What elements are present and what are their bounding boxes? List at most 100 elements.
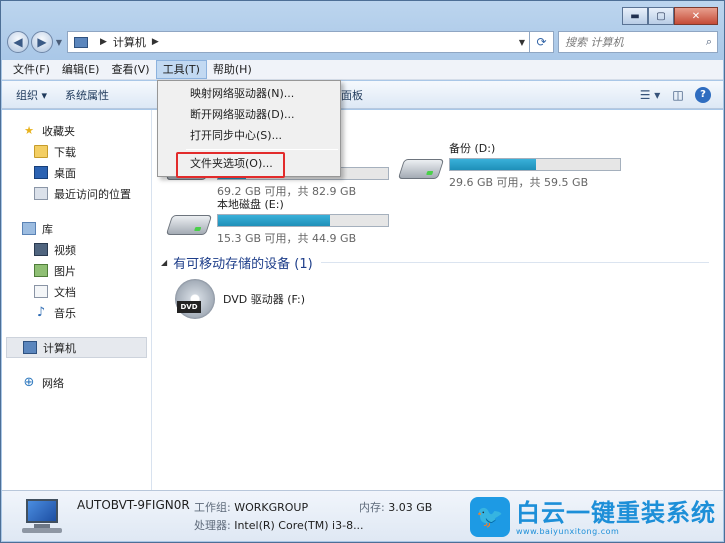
nav-label: 视频 bbox=[54, 243, 76, 257]
usage-bar-fill bbox=[218, 215, 331, 226]
computer-icon bbox=[74, 36, 88, 48]
star-icon: ★ bbox=[24, 124, 34, 137]
menu-help[interactable]: 帮助(H) bbox=[207, 60, 258, 79]
library-icon bbox=[22, 222, 36, 235]
memory-info: 内存: 3.03 GB bbox=[359, 499, 432, 515]
nav-label: 下载 bbox=[54, 145, 76, 159]
watermark-title: 白云一键重装系统 bbox=[516, 498, 716, 527]
workgroup-value: WORKGROUP bbox=[234, 501, 309, 514]
nav-music[interactable]: ♪ 音乐 bbox=[2, 302, 151, 323]
memory-value: 3.03 GB bbox=[388, 501, 433, 514]
preview-pane-icon[interactable]: ◫ bbox=[667, 86, 689, 104]
menu-edit[interactable]: 编辑(E) bbox=[56, 60, 106, 79]
section-divider bbox=[321, 262, 709, 263]
usage-bar-fill bbox=[450, 159, 536, 170]
collapse-icon[interactable]: ◢ bbox=[161, 258, 167, 267]
nav-favorites[interactable]: ★ 收藏夹 bbox=[2, 120, 151, 141]
recent-pages-dropdown[interactable]: ▼ bbox=[53, 38, 65, 47]
drive-free-space: 29.6 GB 可用，共 59.5 GB bbox=[449, 176, 589, 189]
hard-disk-icon bbox=[165, 205, 213, 241]
recent-places-icon bbox=[34, 187, 48, 200]
cpu-label: 处理器: bbox=[194, 519, 231, 532]
toolbar-right: ☰ ▾ ◫ ? bbox=[633, 86, 723, 104]
hard-disk-icon bbox=[397, 149, 445, 185]
computer-name: AUTOBVT-9FIGN0R bbox=[77, 498, 190, 512]
computer-icon bbox=[20, 497, 62, 535]
nav-desktop[interactable]: 桌面 bbox=[2, 162, 151, 183]
menu-separator bbox=[186, 149, 338, 150]
nav-libraries[interactable]: 库 bbox=[2, 218, 151, 239]
dvd-drive-name: DVD 驱动器 (F:) bbox=[223, 293, 306, 306]
help-icon[interactable]: ? bbox=[695, 86, 711, 103]
dvd-drive[interactable]: DVD DVD 驱动器 (F:) bbox=[175, 279, 305, 319]
desktop-icon bbox=[34, 166, 48, 179]
computer-group: 计算机 bbox=[2, 337, 151, 358]
breadcrumb-computer[interactable]: 计算机 bbox=[113, 34, 146, 50]
search-input[interactable]: 搜索 计算机 ⌕ bbox=[558, 31, 718, 53]
memory-label: 内存: bbox=[359, 501, 385, 514]
back-button[interactable]: ◀ bbox=[7, 31, 29, 53]
cpu-info: 处理器: Intel(R) Core(TM) i3-8... bbox=[194, 517, 364, 533]
nav-downloads[interactable]: 下载 bbox=[2, 141, 151, 162]
watermark-url: www.baiyunxitong.com bbox=[516, 526, 620, 536]
content-area: ★ 收藏夹 下载 桌面 最近访问的位置 库 视频 图片 文档 ♪ 音乐 计算机 ⊕ 网… bbox=[2, 110, 723, 490]
view-options-icon[interactable]: ☰ ▾ bbox=[639, 86, 661, 104]
menu-disconnect-network-drive[interactable]: 断开网络驱动器(D)... bbox=[158, 104, 340, 125]
nav-label: 库 bbox=[42, 222, 53, 236]
nav-documents[interactable]: 文档 bbox=[2, 281, 151, 302]
section-title: 有可移动存储的设备 (1) bbox=[173, 257, 313, 272]
workgroup-label: 工作组: bbox=[194, 501, 231, 514]
breadcrumb-separator-icon[interactable]: ▶ bbox=[152, 37, 159, 47]
removable-section-header[interactable]: ◢ 有可移动存储的设备 (1) bbox=[161, 253, 313, 272]
menu-map-network-drive[interactable]: 映射网络驱动器(N)... bbox=[158, 83, 340, 104]
nav-videos[interactable]: 视频 bbox=[2, 239, 151, 260]
menu-bar: 文件(F) 编辑(E) 查看(V) 工具(T) 帮助(H) bbox=[2, 60, 723, 80]
network-icon: ⊕ bbox=[23, 375, 35, 390]
tools-menu: 映射网络驱动器(N)... 断开网络驱动器(D)... 打开同步中心(S)...… bbox=[157, 80, 341, 178]
nav-label: 图片 bbox=[54, 264, 76, 278]
system-properties-button[interactable]: 系统属性 bbox=[65, 87, 109, 103]
nav-label: 计算机 bbox=[43, 341, 76, 355]
menu-open-sync-center[interactable]: 打开同步中心(S)... bbox=[158, 125, 340, 146]
forward-button[interactable]: ▶ bbox=[31, 31, 53, 53]
menu-file[interactable]: 文件(F) bbox=[7, 60, 56, 79]
search-icon[interactable]: ⌕ bbox=[706, 35, 712, 49]
nav-pictures[interactable]: 图片 bbox=[2, 260, 151, 281]
refresh-button[interactable]: ⟳ bbox=[530, 31, 554, 53]
drive-info: 备份 (D:) 29.6 GB 可用，共 59.5 GB bbox=[449, 141, 621, 190]
music-icon: ♪ bbox=[36, 305, 46, 320]
nav-label: 最近访问的位置 bbox=[54, 187, 131, 201]
address-bar[interactable]: ▶ 计算机 ▶ ▼ bbox=[67, 31, 530, 53]
libraries-group: 库 视频 图片 文档 ♪ 音乐 bbox=[2, 218, 151, 323]
nav-recent[interactable]: 最近访问的位置 bbox=[2, 183, 151, 204]
minimize-button[interactable]: ▬ bbox=[622, 7, 648, 25]
dvd-drive-icon: DVD bbox=[175, 279, 215, 319]
menu-view[interactable]: 查看(V) bbox=[105, 60, 155, 79]
videos-icon bbox=[34, 243, 48, 256]
nav-label: 文档 bbox=[54, 285, 76, 299]
usage-bar bbox=[217, 214, 389, 227]
nav-label: 网络 bbox=[42, 376, 64, 390]
menu-folder-options[interactable]: 文件夹选项(O)... bbox=[158, 152, 340, 178]
drive-d[interactable]: 备份 (D:) 29.6 GB 可用，共 59.5 GB bbox=[397, 141, 621, 190]
nav-network[interactable]: ⊕ 网络 bbox=[2, 372, 151, 393]
explorer-window: ▬ ▢ ✕ ◀ ▶ ▼ ▶ 计算机 ▶ ▼ ⟳ 搜索 计算机 ⌕ 文件(F) 编… bbox=[0, 0, 725, 543]
menu-tools[interactable]: 工具(T) bbox=[155, 60, 207, 79]
organize-button[interactable]: 组织 ▾ bbox=[16, 87, 47, 103]
downloads-folder-icon bbox=[34, 145, 48, 158]
breadcrumb-separator-icon[interactable]: ▶ bbox=[100, 37, 107, 47]
drive-name: 本地磁盘 (E:) bbox=[217, 198, 284, 211]
command-bar: 组织 ▾ 系统属性 打开控制面板 ☰ ▾ ◫ ? bbox=[2, 81, 723, 109]
drive-e[interactable]: 本地磁盘 (E:) 15.3 GB 可用，共 44.9 GB bbox=[165, 197, 389, 246]
nav-label: 音乐 bbox=[54, 306, 76, 320]
watermark: 🐦 白云一键重装系统 www.baiyunxitong.com bbox=[470, 496, 720, 538]
close-button[interactable]: ✕ bbox=[674, 7, 718, 25]
address-dropdown-icon[interactable]: ▼ bbox=[515, 38, 529, 47]
maximize-button[interactable]: ▢ bbox=[648, 7, 674, 25]
nav-label: 收藏夹 bbox=[42, 124, 75, 138]
navigation-pane: ★ 收藏夹 下载 桌面 最近访问的位置 库 视频 图片 文档 ♪ 音乐 计算机 ⊕ 网… bbox=[2, 110, 152, 490]
computer-icon bbox=[23, 341, 37, 354]
nav-computer[interactable]: 计算机 bbox=[6, 337, 147, 358]
workgroup-info: 工作组: WORKGROUP bbox=[194, 499, 308, 515]
search-placeholder: 搜索 计算机 bbox=[565, 36, 624, 49]
